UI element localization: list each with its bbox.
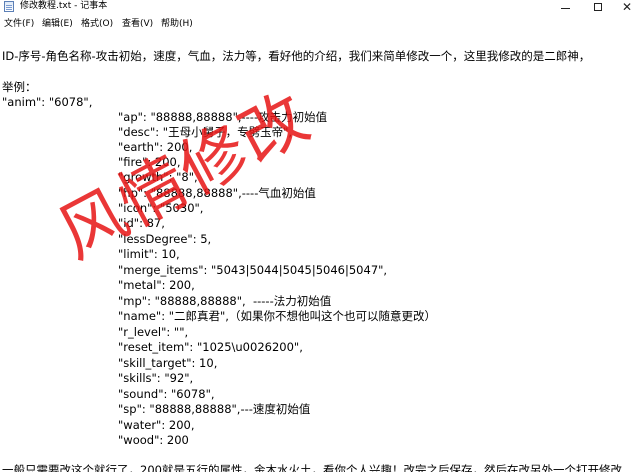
menu-format[interactable]: 格式(O) xyxy=(81,18,113,31)
field-line: "fire": 200, xyxy=(118,155,181,169)
field-line: "desc": "王母小舅子，专劈玉帝", xyxy=(118,125,293,139)
field-line: "icon": "5030", xyxy=(118,201,204,215)
close-button[interactable]: ✕ xyxy=(610,0,632,14)
menu-help[interactable]: 帮助(H) xyxy=(161,18,193,31)
menu-file[interactable]: 文件(F) xyxy=(4,18,34,31)
field-line: "skills": "92", xyxy=(118,371,194,385)
field-line: "name": "二郎真君",（如果你不想他叫这个也可以随意更改） xyxy=(118,309,436,323)
field-line: "sp": "88888,88888",---速度初始值 xyxy=(118,402,311,416)
field-line: "id": 87, xyxy=(118,216,165,230)
footer-line: 一般只需要改这个就行了，200就是五行的属性，金木水火土，看你个人兴趣！改完之后… xyxy=(2,463,622,472)
field-line: "wood": 200 xyxy=(118,433,189,447)
field-line: "sound": "6078", xyxy=(118,387,215,401)
field-line: "limit": 10, xyxy=(118,247,180,261)
field-line: "growth": "8", xyxy=(118,170,198,184)
field-line: "skill_target": 10, xyxy=(118,356,218,370)
notepad-icon xyxy=(4,1,14,12)
field-line: "reset_item": "1025\u0026200", xyxy=(118,340,303,354)
field-line: "metal": 200, xyxy=(118,278,195,292)
minimize-button[interactable] xyxy=(548,0,582,14)
menu-bar: 文件(F) 编辑(E) 格式(O) 查看(V) 帮助(H) xyxy=(0,16,632,35)
field-line: "lessDegree": 5, xyxy=(118,232,212,246)
title-bar: 修改教程.txt - 记事本 ✕ xyxy=(0,0,632,14)
menu-view[interactable]: 查看(V) xyxy=(122,18,153,31)
field-line: "merge_items": "5043|5044|5045|5046|5047… xyxy=(118,263,388,277)
field-line: "earth": 200, xyxy=(118,140,193,154)
menu-edit[interactable]: 编辑(E) xyxy=(42,18,73,31)
example-heading: 举例： xyxy=(2,80,37,94)
field-line: "ap": "88888,88888",----攻击力初始值 xyxy=(118,110,328,124)
field-line: "mp": "88888,88888", -----法力初始值 xyxy=(118,294,332,308)
field-line: "water": 200, xyxy=(118,418,195,432)
intro-line: ID-序号-角色名称-攻击初始，速度，气血，法力等，看好他的介绍，我们来简单修改… xyxy=(2,49,591,63)
text-editor[interactable]: ID-序号-角色名称-攻击初始，速度，气血，法力等，看好他的介绍，我们来简单修改… xyxy=(0,34,632,472)
window-title: 修改教程.txt - 记事本 xyxy=(20,1,108,11)
anim-line: "anim": "6078", xyxy=(2,95,93,109)
field-line: "r_level": "", xyxy=(118,325,189,339)
field-line: "hp": "88888,88888",----气血初始值 xyxy=(118,186,316,200)
